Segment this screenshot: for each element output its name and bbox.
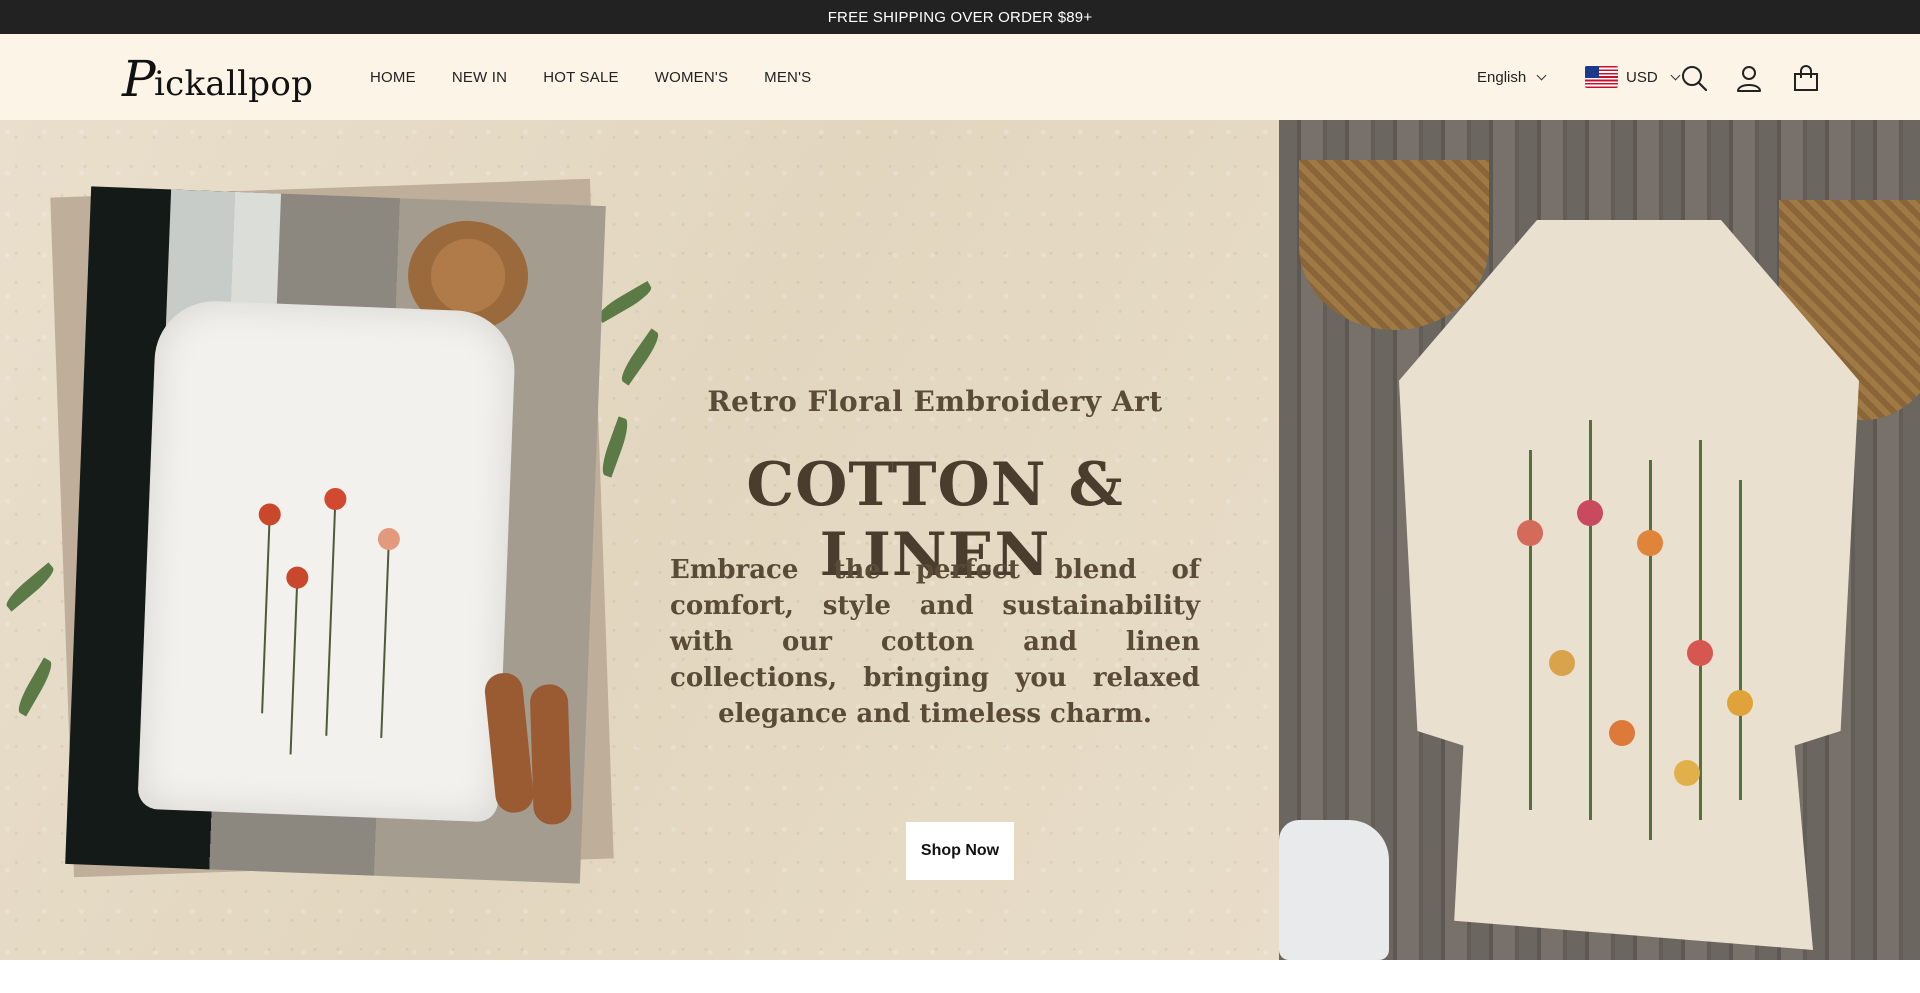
leaf-decoration [2,562,58,612]
hero-left-panel: Retro Floral Embroidery Art COTTON & LIN… [0,120,1279,960]
us-flag-icon [1585,66,1618,88]
nav-womens[interactable]: WOMEN'S [655,69,728,86]
nav-hot-sale[interactable]: HOT SALE [543,69,619,86]
embroidered-shirt [137,298,517,823]
announcement-bar: FREE SHIPPING OVER ORDER $89+ [0,0,1920,34]
hanging-basket [1299,160,1489,330]
announcement-text: FREE SHIPPING OVER ORDER $89+ [827,8,1093,26]
leaf-decoration [598,416,632,478]
shop-now-button[interactable]: Shop Now [906,822,1014,880]
hero-banner: Retro Floral Embroidery Art COTTON & LIN… [0,120,1920,960]
user-icon[interactable] [1735,64,1763,92]
logo-initial: P [122,50,156,108]
leaf-decoration [13,657,57,717]
nav-mens[interactable]: MEN'S [764,69,811,86]
search-icon[interactable] [1680,64,1708,92]
shoe [529,683,572,825]
hero-description: Embrace the perfect blend of comfort, st… [670,555,1200,729]
sneakers [1279,820,1389,960]
nav-new-in[interactable]: NEW IN [452,69,507,86]
hero-subtitle: Retro Floral Embroidery Art [707,385,1163,418]
language-selector[interactable]: English [1477,34,1547,120]
linen-shirt-photo [65,186,606,884]
site-header: Pickallpop HOME NEW IN HOT SALE WOMEN'S … [0,34,1920,120]
embroidered-dress [1399,220,1859,950]
logo[interactable]: Pickallpop [122,50,313,104]
hero-right-photo [1279,120,1920,960]
currency-label: USD [1626,68,1658,86]
currency-selector[interactable]: USD [1585,34,1681,120]
chevron-down-icon [1536,70,1547,80]
nav-home[interactable]: HOME [370,69,416,86]
shopping-bag-icon[interactable] [1792,64,1820,92]
logo-text: ickallpop [153,64,314,104]
main-nav: HOME NEW IN HOT SALE WOMEN'S MEN'S [370,34,811,120]
chevron-down-icon [1670,70,1681,80]
language-label: English [1477,68,1527,86]
hero-text-block: Retro Floral Embroidery Art COTTON & LIN… [640,120,1230,960]
